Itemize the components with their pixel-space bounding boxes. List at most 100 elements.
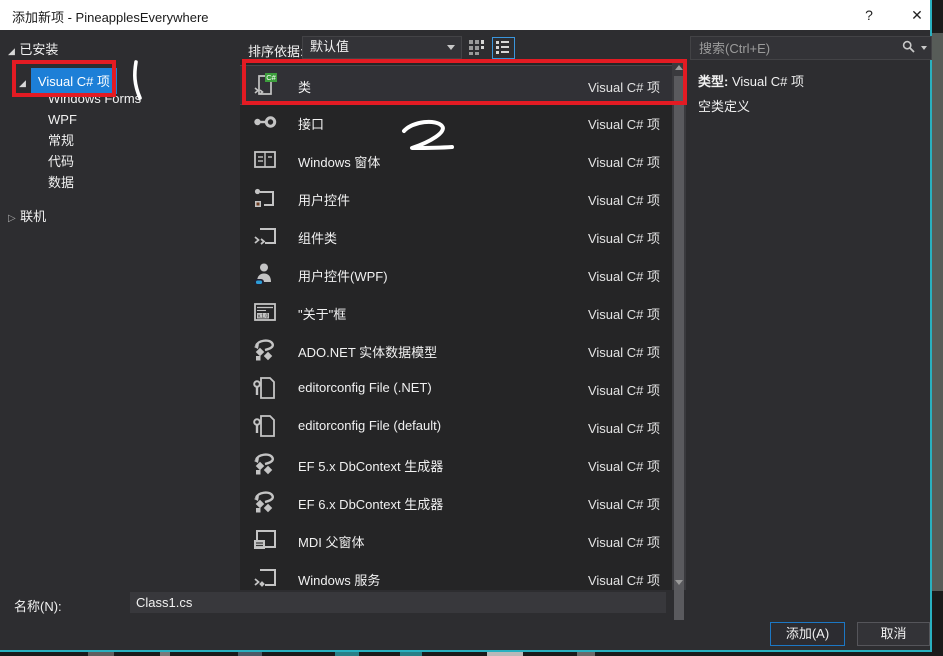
template-type: Visual C# 项 [587, 80, 660, 95]
template-type: Visual C# 项 [587, 231, 660, 246]
tree-node-general[interactable]: 常规 [48, 130, 74, 151]
scroll-up-icon[interactable] [675, 65, 683, 70]
template-row[interactable]: EF 5.x DbContext 生成器 Visual C# 项 [240, 445, 672, 483]
template-type: Visual C# 项 [587, 459, 660, 474]
titlebar: 添加新项 - PineapplesEverywhere ? ✕ [0, 0, 930, 30]
template-row[interactable]: MDI 父窗体 Visual C# 项 [240, 521, 672, 559]
template-type-info: 类型: Visual C# 项 [698, 71, 804, 90]
template-type: Visual C# 项 [587, 497, 660, 512]
template-name: 类 [298, 80, 312, 95]
taskbar-icon [400, 652, 422, 656]
template-type: Visual C# 项 [587, 117, 660, 132]
template-name: MDI 父窗体 [298, 535, 365, 550]
template-row[interactable]: Windows 服务 Visual C# 项 [240, 559, 672, 590]
template-row[interactable]: EF 6.x DbContext 生成器 Visual C# 项 [240, 483, 672, 521]
add-button[interactable]: 添加(A) [770, 622, 845, 646]
close-icon[interactable]: ✕ [904, 3, 930, 27]
small-icons-view-icon [469, 40, 484, 55]
template-type: Visual C# 项 [587, 535, 660, 550]
template-type: Visual C# 项 [587, 193, 660, 208]
template-name: Windows 窗体 [298, 155, 381, 170]
scrollbar-thumb[interactable] [674, 76, 684, 620]
search-icon[interactable] [902, 40, 915, 58]
template-row[interactable]: editorconfig File (.NET) Visual C# 项 [240, 369, 672, 407]
name-input[interactable] [130, 592, 666, 613]
name-label: 名称(N): [14, 599, 62, 614]
template-name: Windows 服务 [298, 573, 381, 588]
help-icon[interactable]: ? [856, 3, 882, 27]
search-box [690, 36, 932, 60]
sort-by-dropdown[interactable]: 默认值 [302, 36, 462, 59]
template-type: Visual C# 项 [587, 421, 660, 436]
taskbar-icon [335, 652, 359, 656]
template-type: Visual C# 项 [587, 307, 660, 322]
template-name: 用户控件(WPF) [298, 269, 388, 284]
sort-by-value: 默认值 [310, 39, 350, 54]
wpf-user-control-icon [252, 261, 278, 287]
collapsed-arrow-icon: ▷ [8, 213, 16, 224]
template-name: 组件类 [298, 231, 338, 246]
template-name: editorconfig File (default) [298, 418, 442, 433]
taskbar-icon [577, 652, 595, 656]
list-view-button[interactable] [492, 37, 515, 59]
dialog-title: 添加新项 - PineapplesEverywhere [12, 10, 209, 25]
small-icons-view-button[interactable] [466, 37, 487, 57]
template-name: 用户控件 [298, 193, 351, 208]
template-row[interactable]: ADO.NET 实体数据模型 Visual C# 项 [240, 331, 672, 369]
tree-node-installed[interactable]: ◢ 已安装 [8, 39, 58, 59]
template-type: Visual C# 项 [587, 573, 660, 588]
template-name: "关于"框 [298, 307, 347, 322]
template-name: 接口 [298, 117, 325, 132]
template-row[interactable]: 接口 Visual C# 项 [240, 103, 672, 141]
template-row[interactable]: Windows 窗体 Visual C# 项 [240, 141, 672, 179]
template-type: Visual C# 项 [587, 269, 660, 284]
editorconfig-icon [252, 375, 278, 401]
search-input[interactable] [697, 39, 891, 57]
template-type: Visual C# 项 [587, 345, 660, 360]
svg-text:v.1.0: v.1.0 [258, 314, 269, 320]
list-scrollbar[interactable] [672, 60, 686, 620]
template-type: Visual C# 项 [587, 155, 660, 170]
cancel-button[interactable]: 取消 [857, 622, 930, 646]
template-row[interactable]: C# 类 Visual C# 项 [240, 65, 672, 105]
template-name: editorconfig File (.NET) [298, 380, 432, 395]
svg-text:C#: C# [266, 73, 276, 82]
tree-node-wpf[interactable]: WPF [48, 109, 77, 130]
taskbar-icon [160, 652, 170, 656]
taskbar-icon [238, 652, 262, 656]
csharp-class-icon: C# [252, 72, 278, 98]
chevron-down-icon [447, 45, 455, 50]
tree-node-data[interactable]: 数据 [48, 172, 74, 193]
interface-icon [252, 109, 278, 135]
chevron-down-icon[interactable] [921, 46, 927, 50]
tree-node-code[interactable]: 代码 [48, 151, 74, 172]
template-type: Visual C# 项 [587, 383, 660, 398]
tree-node-windows-forms[interactable]: Windows Forms [48, 88, 141, 109]
template-name: EF 5.x DbContext 生成器 [298, 459, 444, 474]
entity-data-model-icon [252, 489, 278, 515]
add-new-item-dialog: 添加新项 - PineapplesEverywhere ? ✕ ◢ 已安装 ◢ V… [0, 0, 932, 652]
template-row[interactable]: 用户控件(WPF) Visual C# 项 [240, 255, 672, 293]
list-view-icon [496, 41, 509, 54]
windows-form-icon [252, 147, 278, 173]
template-description: 空类定义 [698, 99, 751, 114]
template-name: ADO.NET 实体数据模型 [298, 345, 438, 360]
taskbar-icon [487, 652, 523, 656]
about-box-icon: v.1.0 [252, 299, 278, 325]
editorconfig-icon [252, 413, 278, 439]
user-control-icon [252, 185, 278, 211]
scroll-down-icon[interactable] [675, 580, 683, 585]
expanded-arrow-icon: ◢ [8, 46, 15, 56]
template-name: EF 6.x DbContext 生成器 [298, 497, 444, 512]
entity-data-model-icon [252, 451, 278, 477]
template-row[interactable]: 用户控件 Visual C# 项 [240, 179, 672, 217]
template-row[interactable]: v.1.0 "关于"框 Visual C# 项 [240, 293, 672, 331]
expanded-arrow-icon: ◢ [19, 78, 26, 88]
template-row[interactable]: editorconfig File (default) Visual C# 项 [240, 407, 672, 445]
mdi-form-icon [252, 527, 278, 553]
tree-node-online[interactable]: ▷ 联机 [8, 206, 46, 226]
sort-by-label: 排序依据: [248, 44, 304, 59]
template-row[interactable]: 组件类 Visual C# 项 [240, 217, 672, 255]
taskbar-icon [88, 652, 114, 656]
entity-data-model-icon [252, 337, 278, 363]
